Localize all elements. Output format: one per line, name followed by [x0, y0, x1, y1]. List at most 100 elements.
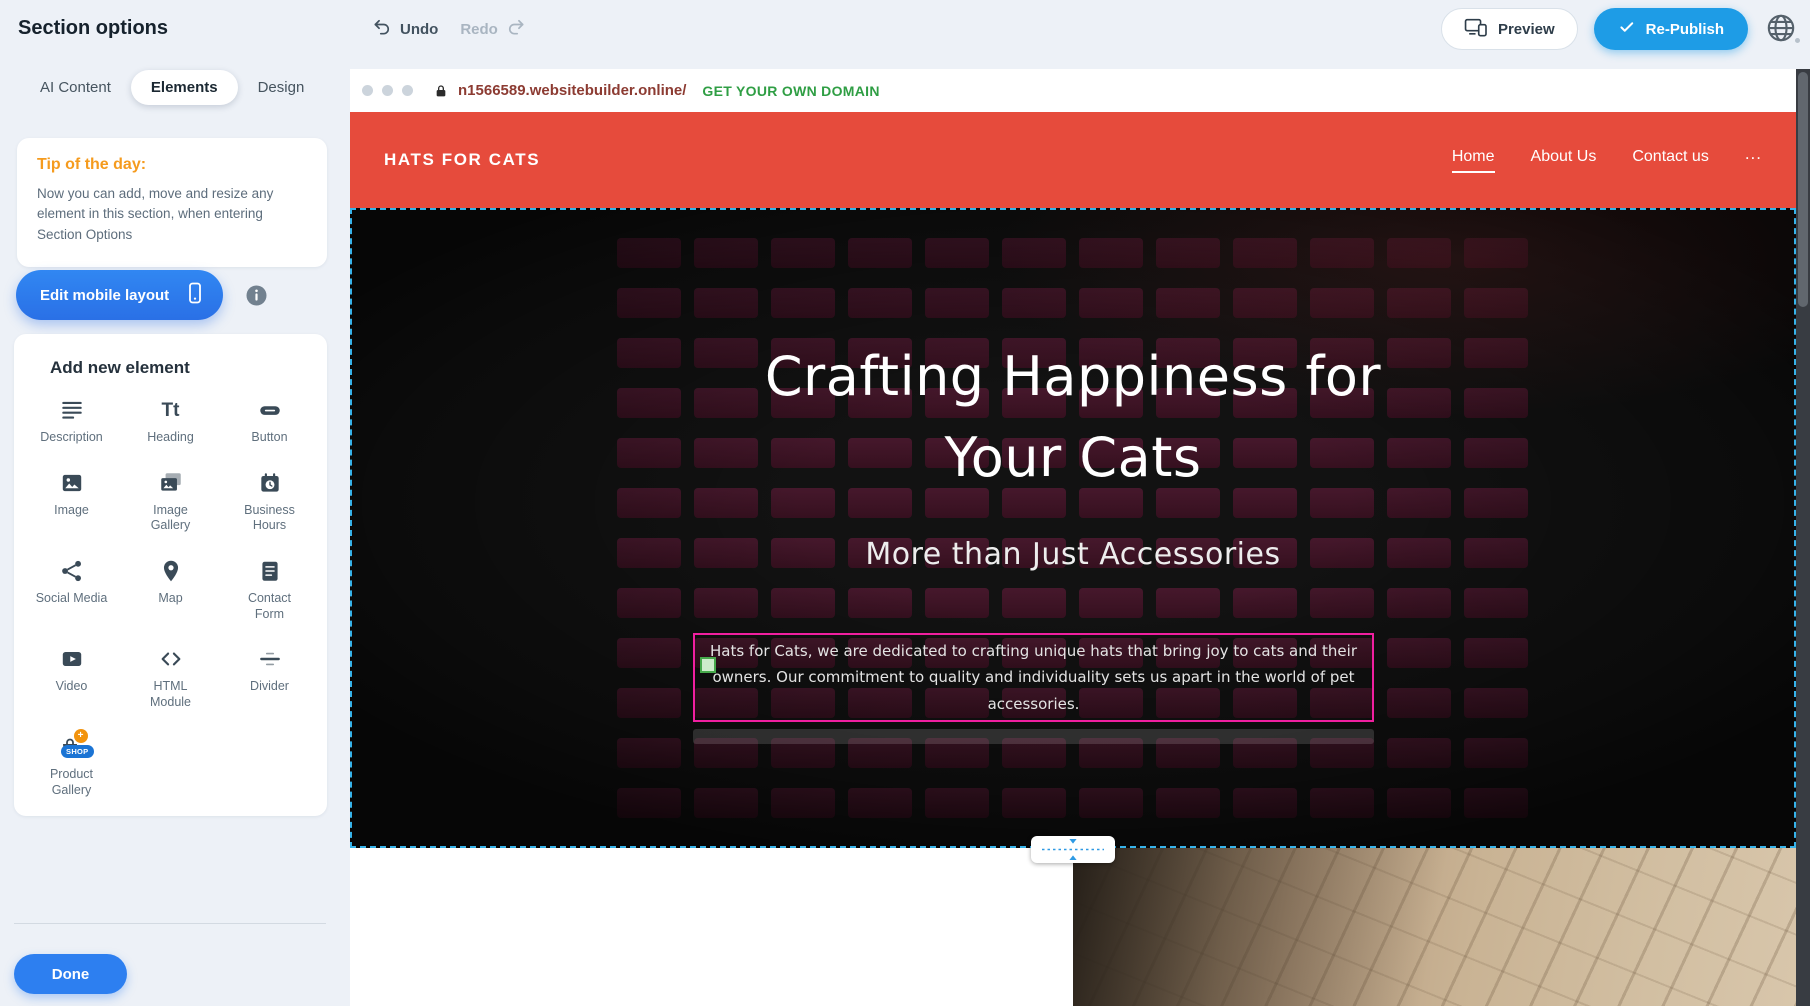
hero-tile	[1233, 238, 1297, 268]
language-globe-button[interactable]	[1764, 11, 1800, 47]
edit-mobile-label: Edit mobile layout	[40, 287, 169, 304]
hero-tile	[694, 288, 758, 318]
tab-design[interactable]: Design	[238, 70, 325, 105]
edit-mobile-layout-button[interactable]: Edit mobile layout	[16, 270, 223, 320]
redo-button[interactable]: Redo	[460, 17, 526, 41]
hero-tile	[1233, 788, 1297, 818]
site-url: n1566589.websitebuilder.online/	[458, 82, 686, 99]
undo-button[interactable]: Undo	[372, 17, 438, 41]
hero-heading-line2: Your Cats	[350, 417, 1796, 498]
window-controls	[362, 85, 413, 96]
element-map[interactable]: Map	[121, 543, 220, 631]
info-icon[interactable]	[245, 284, 268, 307]
hero-tile	[1079, 238, 1143, 268]
divider-icon	[256, 646, 284, 672]
element-contact-form[interactable]: Contact Form	[220, 543, 319, 631]
hero-tile	[1002, 588, 1066, 618]
tab-elements[interactable]: Elements	[131, 70, 238, 105]
undo-label: Undo	[400, 21, 438, 38]
hero-tile	[1310, 288, 1374, 318]
element-image-gallery[interactable]: Image Gallery	[121, 455, 220, 543]
hero-tile	[1387, 588, 1451, 618]
element-business-hours[interactable]: Business Hours	[220, 455, 319, 543]
hero-tile	[617, 738, 681, 768]
nav-more-menu[interactable]: ...	[1745, 144, 1762, 176]
hero-tile	[617, 238, 681, 268]
topbar-actions: Preview Re-Publish	[1441, 8, 1800, 50]
element-image[interactable]: Image	[22, 455, 121, 543]
tip-body: Now you can add, move and resize any ele…	[37, 184, 307, 245]
browser-preview: n1566589.websitebuilder.online/ GET YOUR…	[350, 69, 1796, 1006]
site-nav: Home About Us Contact us ...	[1452, 144, 1762, 176]
hero-heading-line1: Crafting Happiness for	[350, 336, 1796, 417]
element-drag-handle[interactable]	[700, 657, 716, 673]
element-social-media[interactable]: Social Media	[22, 543, 121, 631]
hero-tile	[1002, 788, 1066, 818]
hero-tile	[1310, 588, 1374, 618]
button-icon	[256, 397, 284, 423]
element-divider[interactable]: Divider	[220, 631, 319, 719]
preview-label: Preview	[1498, 21, 1555, 38]
pavement-photo	[1073, 848, 1796, 1006]
next-section[interactable]	[350, 848, 1796, 1006]
section-resize-handle[interactable]	[1031, 836, 1115, 863]
tip-of-the-day-card: Tip of the day: Now you can add, move an…	[17, 138, 327, 267]
sidebar: AI Content Elements Design Tip of the da…	[0, 58, 350, 1006]
hero-tile	[1310, 788, 1374, 818]
description-icon	[58, 397, 86, 423]
hero-tile	[1387, 238, 1451, 268]
element-video[interactable]: Video	[22, 631, 121, 719]
tab-ai-content[interactable]: AI Content	[20, 70, 131, 105]
hero-section[interactable]: Crafting Happiness for Your Cats More th…	[350, 208, 1796, 848]
element-button[interactable]: Button	[220, 382, 319, 455]
lock-icon	[433, 83, 449, 99]
hero-tile	[1156, 788, 1220, 818]
element-heading[interactable]: Tt Heading	[121, 382, 220, 455]
image-gallery-icon	[157, 470, 185, 496]
product-gallery-shop-badge: SHOP	[61, 745, 93, 758]
hero-subheading[interactable]: More than Just Accessories	[350, 537, 1796, 572]
sidebar-tabs: AI Content Elements Design	[20, 70, 324, 105]
hero-tile	[1464, 588, 1528, 618]
hero-tile	[925, 588, 989, 618]
hero-tile	[1464, 638, 1528, 668]
business-hours-icon	[256, 470, 284, 496]
hero-tile	[1387, 288, 1451, 318]
hero-tile	[1079, 288, 1143, 318]
hero-tile	[617, 788, 681, 818]
hero-tile	[617, 638, 681, 668]
element-product-gallery[interactable]: + SHOP Product Gallery	[22, 719, 121, 807]
globe-badge	[1793, 36, 1802, 45]
nav-contact-us[interactable]: Contact us	[1632, 148, 1708, 173]
nav-home[interactable]: Home	[1452, 148, 1495, 173]
get-domain-link[interactable]: GET YOUR OWN DOMAIN	[702, 83, 879, 99]
hero-tile	[1233, 288, 1297, 318]
element-description[interactable]: Description	[22, 382, 121, 455]
edit-mobile-row: Edit mobile layout	[16, 270, 268, 320]
hero-tile	[1464, 738, 1528, 768]
add-element-title: Add new element	[50, 358, 319, 378]
hero-tile	[771, 238, 835, 268]
hero-tile	[617, 288, 681, 318]
scrollbar-thumb[interactable]	[1798, 72, 1808, 307]
hero-tile	[1233, 588, 1297, 618]
preview-scrollbar[interactable]	[1796, 69, 1810, 1006]
hero-tile	[771, 788, 835, 818]
map-pin-icon	[157, 558, 185, 584]
hero-tile	[1387, 738, 1451, 768]
add-new-element-panel: Add new element Description Tt Heading	[14, 334, 327, 816]
hero-tile	[1464, 288, 1528, 318]
element-html-module[interactable]: HTML Module	[121, 631, 220, 719]
republish-button[interactable]: Re-Publish	[1594, 8, 1748, 50]
hero-heading[interactable]: Crafting Happiness for Your Cats	[350, 336, 1796, 498]
hero-paragraph-text: Hats for Cats, we are dedicated to craft…	[709, 638, 1358, 717]
done-button[interactable]: Done	[14, 954, 127, 994]
preview-button[interactable]: Preview	[1441, 8, 1578, 50]
video-icon	[58, 646, 86, 672]
hero-tile	[848, 788, 912, 818]
nav-about-us[interactable]: About Us	[1531, 148, 1597, 173]
hero-paragraph-selected[interactable]: Hats for Cats, we are dedicated to craft…	[693, 633, 1374, 722]
site-logo[interactable]: HATS FOR CATS	[384, 150, 540, 170]
check-icon	[1618, 18, 1636, 40]
undo-icon	[372, 17, 392, 41]
